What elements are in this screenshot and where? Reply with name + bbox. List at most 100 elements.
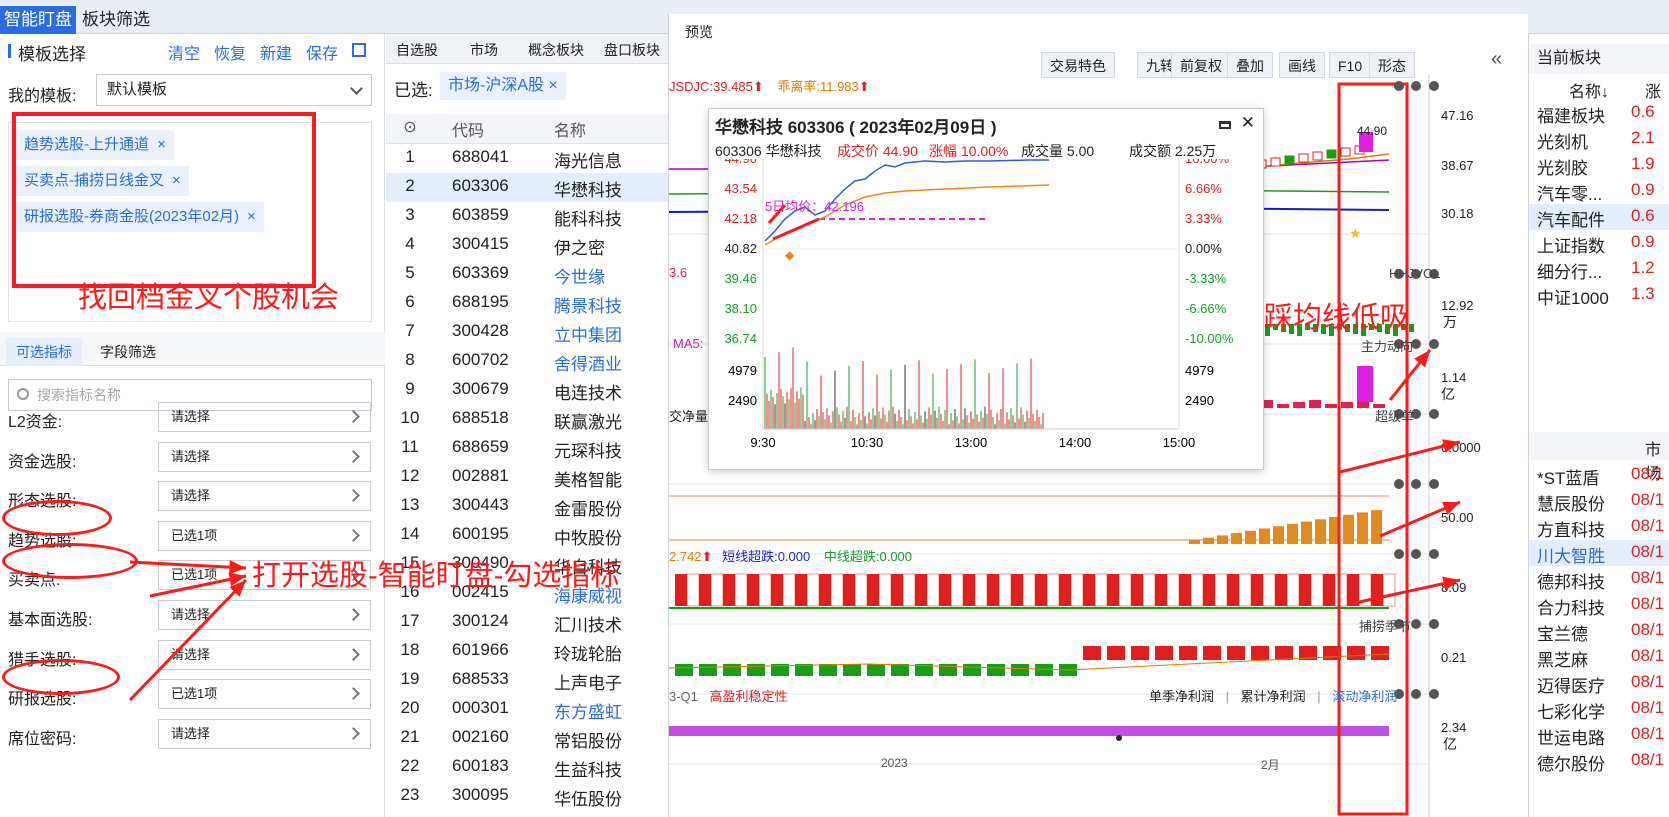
clear-button[interactable]: 清空 <box>168 40 200 64</box>
block-name[interactable]: 汽车零... <box>1537 180 1602 205</box>
tab-watchlist[interactable]: 自选股 <box>396 40 438 60</box>
stock-name[interactable]: 方直科技 <box>1537 516 1605 541</box>
template-select[interactable]: 默认模板 <box>96 74 372 106</box>
table-row[interactable]: 23 300095 华伍股份 <box>386 782 668 811</box>
template-value: 默认模板 <box>107 81 168 98</box>
tab-quarter-profit[interactable]: 单季净利润 <box>1149 689 1214 704</box>
table-row[interactable]: 18 601966 玲珑轮胎 <box>386 637 668 666</box>
candle <box>1326 149 1337 159</box>
row-index: 19 <box>400 669 420 688</box>
tab-market[interactable]: 市场 <box>470 40 498 60</box>
stock-name[interactable]: 慧辰股份 <box>1537 490 1605 515</box>
season-bar <box>1203 646 1221 660</box>
block-name[interactable]: 光刻胶 <box>1537 154 1588 179</box>
panel-tool-icon <box>1411 689 1421 699</box>
tab-cumulative-profit[interactable]: 累计净利润 <box>1241 689 1306 704</box>
oscillator-bar <box>1310 573 1324 607</box>
table-row[interactable]: 20 000301 东方盛虹 <box>386 695 668 724</box>
season-bar <box>963 664 981 676</box>
oscillator-bar <box>819 574 831 606</box>
table-row[interactable]: 9 300679 电连技术 <box>386 376 668 405</box>
filter-value: 请选择 <box>171 607 211 622</box>
template-panel: 模板选择 清空 恢复 新建 保存 我的模板: 默认模板 趋势选股-上升通道 × 买… <box>0 34 385 817</box>
table-row[interactable]: 1 688041 海光信息 <box>386 144 668 173</box>
stock-name[interactable]: 黑芝麻 <box>1537 646 1588 671</box>
table-row[interactable]: 8 600702 舍得酒业 <box>386 347 668 376</box>
stock-name[interactable]: 德邦科技 <box>1537 568 1605 593</box>
col-chg-header[interactable]: 涨 <box>1645 78 1661 102</box>
table-row[interactable]: 22 600183 生益科技 <box>386 753 668 782</box>
stock-name[interactable]: 迈得医疗 <box>1537 672 1605 697</box>
stock-name[interactable]: 德尔股份 <box>1537 750 1605 775</box>
row-index: 17 <box>400 611 420 630</box>
settings-icon[interactable]: ⊙ <box>386 117 434 137</box>
oscillator-bar <box>902 573 916 607</box>
tab-board[interactable]: 盘口板块 <box>604 40 660 60</box>
stock-name[interactable]: 世运电路 <box>1537 724 1605 749</box>
new-button[interactable]: 新建 <box>260 40 292 64</box>
filter-select[interactable]: 请选择 <box>158 481 371 512</box>
table-row[interactable]: 19 688533 上声电子 <box>386 666 668 695</box>
table-row[interactable]: 13 300443 金雷股份 <box>386 492 668 521</box>
close-icon[interactable]: × <box>548 77 557 94</box>
season-axis: 0.21 <box>1441 650 1467 665</box>
stock-name[interactable]: 合力科技 <box>1537 594 1605 619</box>
price-axis-3: 30.18 <box>1441 206 1474 221</box>
tab-rolling-profit[interactable]: 滚动净利润 <box>1332 689 1397 704</box>
filter-select[interactable]: 已选1项 <box>158 679 371 710</box>
filter-select[interactable]: 请选择 <box>158 441 371 472</box>
table-row[interactable]: 3 603859 能科科技 <box>386 202 668 231</box>
block-name[interactable]: 细分行... <box>1537 258 1602 283</box>
stock-name[interactable]: *ST蓝盾 <box>1537 464 1599 489</box>
col-name[interactable]: 名称 <box>554 117 586 141</box>
table-row[interactable]: 11 688659 元琛科技 <box>386 434 668 463</box>
tab-smart-watch[interactable]: 智能盯盘 <box>0 6 76 34</box>
save-button[interactable]: 保存 <box>306 40 338 64</box>
intraday-chart: 44.90 43.54 42.18 40.82 39.46 38.10 36.74 10.00… <box>724 159 1234 450</box>
filter-select[interactable]: 请选择 <box>158 600 371 630</box>
season-bar <box>699 664 717 676</box>
tab-field-filter[interactable]: 字段筛选 <box>90 338 166 366</box>
y-left-tick: 44.90 <box>724 159 757 166</box>
block-name[interactable]: 中证1000 <box>1537 284 1609 309</box>
market-chip[interactable]: 市场-沪深A股 × <box>440 72 566 100</box>
close-icon[interactable]: ✕ <box>1241 113 1255 133</box>
collapse-icon[interactable]: « <box>1491 48 1502 71</box>
filter-label: 席位密码: <box>8 730 77 748</box>
filter-select[interactable]: 请选择 <box>158 639 371 670</box>
table-row[interactable]: 6 688195 腾景科技 <box>386 289 668 318</box>
table-row[interactable]: 14 600195 中牧股份 <box>386 521 668 550</box>
table-row[interactable]: 12 002881 美格智能 <box>386 463 668 492</box>
filter-select[interactable]: 请选择 <box>158 718 371 749</box>
filter-select[interactable]: 已选1项 <box>158 520 371 551</box>
row-name: 能科科技 <box>554 210 622 229</box>
export-icon[interactable] <box>352 43 366 57</box>
stock-name[interactable]: 七彩化学 <box>1537 698 1605 723</box>
block-name[interactable]: 福建板块 <box>1537 102 1605 127</box>
candle <box>1270 157 1281 167</box>
stock-name[interactable]: 川大智胜 <box>1537 542 1605 567</box>
block-name[interactable]: 上证指数 <box>1537 232 1605 257</box>
oscillator-bar <box>1203 574 1215 606</box>
table-row[interactable]: 17 300124 汇川技术 <box>386 608 668 637</box>
table-row[interactable]: 7 300428 立中集团 <box>386 318 668 347</box>
block-name[interactable]: 汽车配件 <box>1537 206 1605 231</box>
tab-sector-filter[interactable]: 板块筛选 <box>78 6 154 34</box>
filter-select[interactable]: 请选择 <box>158 402 371 432</box>
stock-name[interactable]: 宝兰德 <box>1537 620 1588 645</box>
block-name[interactable]: 光刻机 <box>1537 128 1588 153</box>
table-row[interactable]: 21 002160 常铝股份 <box>386 724 668 753</box>
tab-available-indicators[interactable]: 可选指标 <box>6 338 82 366</box>
maximize-icon[interactable] <box>1219 121 1231 129</box>
table-row[interactable]: 4 300415 伊之密 <box>386 231 668 260</box>
table-row[interactable]: 5 603369 今世缘 <box>386 260 668 289</box>
oscillator-bar <box>1011 574 1023 606</box>
tab-concept[interactable]: 概念板块 <box>528 40 584 60</box>
oscillator-bar <box>830 573 844 607</box>
table-row[interactable]: 10 688518 联赢激光 <box>386 405 668 434</box>
table-row[interactable]: 2 603306 华懋科技 <box>386 173 668 202</box>
restore-button[interactable]: 恢复 <box>214 40 246 64</box>
col-code[interactable]: 代码 <box>452 117 484 141</box>
col-name-header[interactable]: 名称↓ <box>1569 78 1609 102</box>
row-name: 上声电子 <box>554 674 622 693</box>
